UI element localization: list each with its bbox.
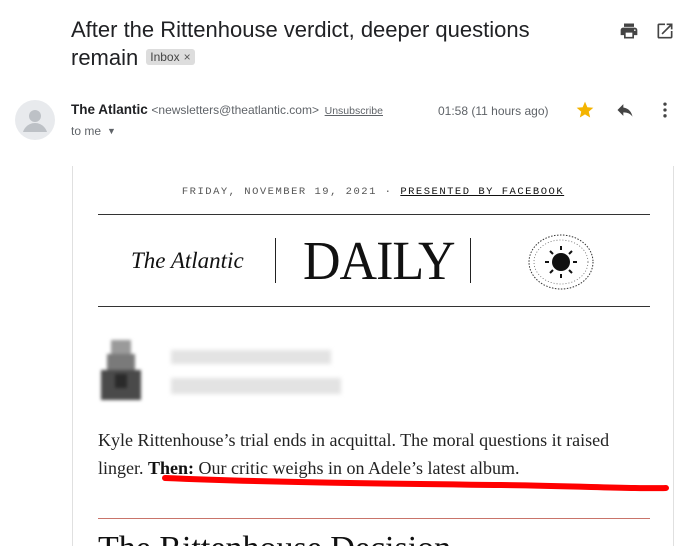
recipient-label: to me — [71, 124, 102, 138]
sender-line: The Atlantic <newsletters@theatlantic.co… — [71, 102, 383, 117]
printer-icon[interactable] — [619, 21, 639, 41]
newsletter-date: FRIDAY, NOVEMBER 19, 2021 · — [181, 186, 393, 198]
section-divider — [98, 518, 650, 519]
presented-by-link[interactable]: PRESENTED BY FACEBOOK — [400, 186, 564, 198]
sender-name[interactable]: The Atlantic — [71, 102, 148, 117]
inbox-label-chip[interactable]: Inbox × — [146, 49, 195, 65]
subject-text: After the Rittenhouse verdict, deeper qu… — [71, 17, 530, 70]
daily-title[interactable]: DAILY — [303, 231, 456, 293]
next-section-heading: The Rittenhouse Decision — [98, 530, 451, 546]
masthead-top-rule — [98, 214, 650, 215]
remove-label-icon[interactable]: × — [184, 49, 191, 65]
author-title-redacted — [171, 378, 341, 394]
newsletter-dateline: FRIDAY, NOVEMBER 19, 2021 · PRESENTED BY… — [73, 186, 673, 198]
person-avatar-icon — [23, 110, 47, 132]
sender-email: <newsletters@theatlantic.com> — [151, 103, 319, 117]
masthead-divider — [470, 238, 471, 283]
email-body: FRIDAY, NOVEMBER 19, 2021 · PRESENTED BY… — [72, 166, 674, 546]
author-photo — [101, 340, 141, 400]
reply-icon[interactable] — [615, 100, 635, 120]
more-vertical-icon[interactable] — [655, 100, 675, 120]
recipient-details-toggle[interactable]: to me ▼ — [71, 124, 116, 138]
sender-avatar[interactable] — [15, 100, 55, 140]
author-name-redacted — [171, 350, 331, 364]
atlantic-brand[interactable]: The Atlantic — [131, 248, 244, 274]
email-timestamp: 01:58 (11 hours ago) — [438, 104, 549, 118]
open-in-new-window-icon[interactable] — [655, 21, 675, 41]
masthead-bottom-rule — [98, 306, 650, 307]
caret-down-icon: ▼ — [107, 126, 116, 136]
email-subject: After the Rittenhouse verdict, deeper qu… — [71, 16, 591, 72]
sun-logo-icon — [528, 234, 594, 290]
masthead-divider — [275, 238, 276, 283]
inbox-label-text: Inbox — [150, 50, 180, 64]
unsubscribe-link[interactable]: Unsubscribe — [325, 105, 383, 117]
red-highlight-underline — [162, 475, 669, 492]
star-icon[interactable] — [575, 100, 595, 120]
